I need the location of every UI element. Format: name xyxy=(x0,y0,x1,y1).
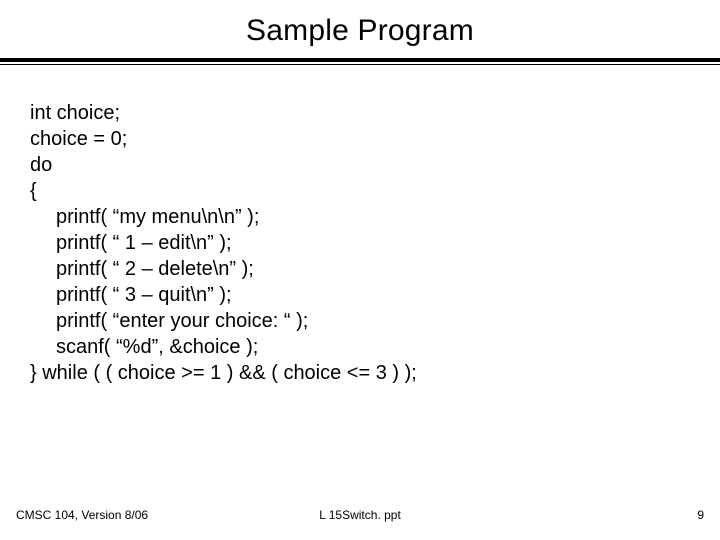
title-divider xyxy=(0,58,720,66)
footer-center: L 15Switch. ppt xyxy=(0,508,720,522)
code-line: scanf( “%d”, &choice ); xyxy=(30,334,704,360)
divider-thin xyxy=(0,64,720,65)
code-line: printf( “ 3 – quit\n” ); xyxy=(30,282,704,308)
code-block: int choice; choice = 0; do { printf( “my… xyxy=(0,66,720,386)
code-line: int choice; xyxy=(30,100,704,126)
code-line: printf( “ 2 – delete\n” ); xyxy=(30,256,704,282)
slide: Sample Program int choice; choice = 0; d… xyxy=(0,0,720,540)
footer-page-number: 9 xyxy=(697,508,704,522)
code-line: } while ( ( choice >= 1 ) && ( choice <=… xyxy=(30,360,704,386)
code-line: printf( “ 1 – edit\n” ); xyxy=(30,230,704,256)
code-line: choice = 0; xyxy=(30,126,704,152)
code-line: { xyxy=(30,178,704,204)
slide-title: Sample Program xyxy=(0,0,720,58)
divider-thick xyxy=(0,58,720,62)
code-line: printf( “enter your choice: “ ); xyxy=(30,308,704,334)
code-line: do xyxy=(30,152,704,178)
code-line: printf( “my menu\n\n” ); xyxy=(30,204,704,230)
